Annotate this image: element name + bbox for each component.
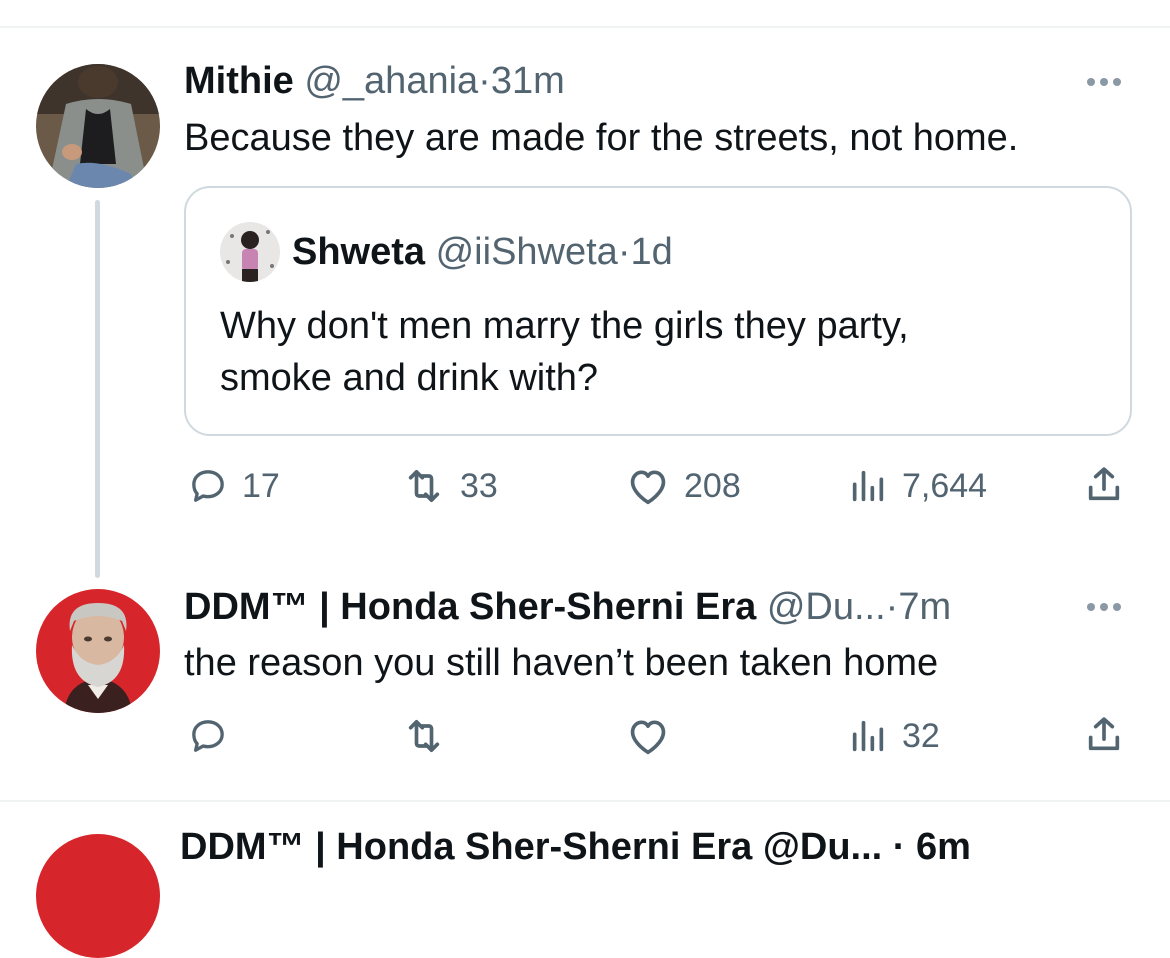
quoted-text-line-2: smoke and drink with? [220,357,599,399]
avatar-ddm[interactable] [36,589,160,713]
top-divider [0,26,1170,28]
dot-separator: · [617,231,631,273]
repost-count: 33 [460,466,498,505]
views-count: 7,644 [902,466,988,505]
like-icon [630,720,666,755]
author-handle[interactable]: @_ahania [304,60,478,102]
share-button[interactable] [1084,464,1124,506]
views-button[interactable]: 32 [848,716,940,756]
thread-connector-line [95,200,100,578]
like-icon [630,470,666,505]
share-icon [1088,467,1120,501]
next-tweet-header[interactable]: DDM™ | Honda Sher-Sherni Era @Du... · 6m [180,826,971,869]
quoted-tweet-card[interactable]: Shweta @iiShweta·1d Why don't men marry … [184,186,1132,436]
quoted-text-line-1: Why don't men marry the girls they party… [220,305,909,347]
tweet-header: DDM™ | Honda Sher-Sherni Era @Du...·7m [184,584,951,630]
share-icon [1088,717,1120,751]
tweet-text: Because they are made for the streets, n… [184,117,1019,159]
avatar-mithie[interactable] [36,64,160,188]
like-button[interactable] [626,716,684,756]
reply-button[interactable] [188,716,242,756]
quoted-time[interactable]: 1d [630,231,672,273]
more-icon[interactable] [1087,603,1121,611]
repost-icon [408,470,440,502]
dot-separator: · [478,60,491,102]
reply-count: 17 [242,466,280,505]
views-count: 32 [902,716,940,755]
like-button[interactable]: 208 [626,466,741,506]
repost-button[interactable]: 33 [402,466,498,506]
author-name[interactable]: DDM™ | Honda Sher-Sherni Era [184,586,756,628]
repost-icon [408,720,440,752]
quoted-header: Shweta @iiShweta·1d [292,229,673,275]
avatar-shweta[interactable] [220,222,280,282]
views-icon [852,720,884,752]
dot-separator: · [885,586,899,628]
share-button[interactable] [1084,714,1124,756]
tweet-time[interactable]: 7m [898,586,951,628]
tweet-text: the reason you still haven’t been taken … [184,642,939,684]
avatar-next-tweet[interactable] [36,834,160,958]
views-button[interactable]: 7,644 [848,466,987,506]
quoted-author-name[interactable]: Shweta [292,231,425,273]
tweet-time[interactable]: 31m [491,60,565,102]
author-handle[interactable]: @Du... [767,586,886,628]
repost-button[interactable] [402,716,460,756]
reply-icon [192,470,224,502]
quoted-author-handle[interactable]: @iiShweta [436,231,618,273]
more-icon[interactable] [1087,78,1121,86]
views-icon [852,470,884,502]
like-count: 208 [684,466,741,505]
reply-icon [192,720,224,752]
tweet-header: Mithie @_ahania·31m [184,58,565,104]
tweet-divider [0,800,1170,802]
reply-button[interactable]: 17 [188,466,280,506]
author-name[interactable]: Mithie [184,60,294,102]
